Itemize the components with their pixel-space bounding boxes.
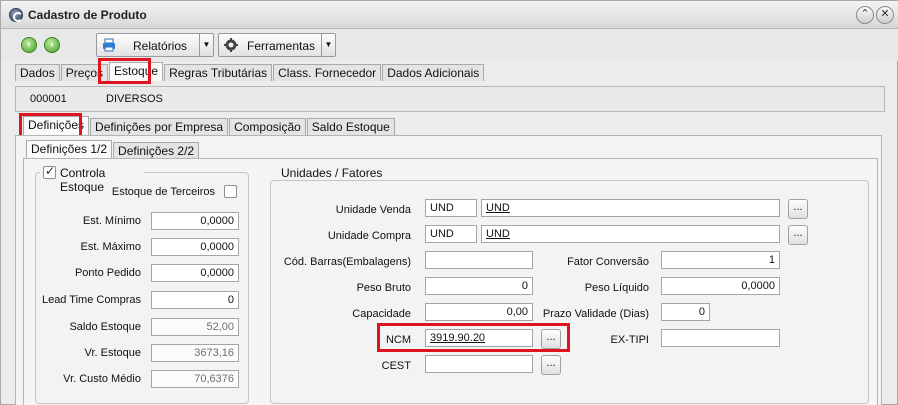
tab-class-fornecedor[interactable]: Class. Fornecedor bbox=[273, 64, 382, 81]
back-arrow-icon[interactable]: ‹ bbox=[21, 37, 37, 53]
lead-time-input[interactable]: 0 bbox=[151, 291, 239, 309]
saldo-estoque-value: 52,00 bbox=[151, 318, 239, 336]
tab-composicao[interactable]: Composição bbox=[229, 118, 306, 135]
stock-field-label: Vr. Custo Médio bbox=[63, 373, 141, 385]
extipi-label: EX-TIPI bbox=[610, 334, 649, 346]
product-window: Cadastro de Produto ⌃ ✕ ‹ › Relatórios ▼ bbox=[0, 0, 898, 405]
purchase-unit-code-input[interactable]: UND bbox=[425, 225, 477, 243]
cest-lookup-button[interactable]: ... bbox=[541, 355, 561, 375]
est-minimo-input[interactable]: 0,0000 bbox=[151, 212, 239, 230]
purchase-unit-desc-input[interactable]: UND bbox=[481, 225, 780, 243]
app-logo-icon bbox=[9, 8, 23, 22]
forward-arrow-icon[interactable]: › bbox=[44, 37, 60, 53]
stock-field-label: Est. Máximo bbox=[80, 241, 141, 253]
net-weight-input[interactable]: 0,0000 bbox=[661, 277, 780, 295]
units-group-title: Unidades / Fatores bbox=[278, 166, 386, 180]
cest-label: CEST bbox=[381, 360, 411, 372]
tab-dados-adicionais[interactable]: Dados Adicionais bbox=[382, 64, 485, 81]
stock-field-label: Saldo Estoque bbox=[69, 321, 141, 333]
tab-regras-tributarias[interactable]: Regras Tributárias bbox=[164, 64, 273, 81]
inner-tabs: Definições 1/2 Definições 2/2 bbox=[26, 140, 200, 159]
tab-definicoes-1-2[interactable]: Definições 1/2 bbox=[26, 140, 113, 159]
tools-label: Ferramentas bbox=[247, 39, 316, 53]
controla-estoque-checkbox[interactable] bbox=[43, 164, 56, 179]
conversion-label: Fator Conversão bbox=[567, 256, 649, 268]
highlight-estoque-tab bbox=[98, 58, 151, 84]
vr-custo-medio-value: 70,6376 bbox=[151, 370, 239, 388]
extipi-input[interactable] bbox=[661, 329, 780, 347]
stock-group-title: Controla Estoque bbox=[40, 164, 144, 194]
validity-label: Prazo Validade (Dias) bbox=[542, 308, 649, 320]
gear-icon bbox=[224, 38, 238, 52]
vr-estoque-value: 3673,16 bbox=[151, 344, 239, 362]
reports-label: Relatórios bbox=[133, 39, 188, 53]
stock-field-label: Est. Mínimo bbox=[82, 215, 141, 227]
title-bar: Cadastro de Produto ⌃ ✕ bbox=[1, 1, 898, 29]
highlight-ncm bbox=[377, 323, 570, 352]
sale-unit-code-input[interactable]: UND bbox=[425, 199, 477, 217]
sale-unit-desc-input[interactable]: UND bbox=[481, 199, 780, 217]
conversion-input[interactable]: 1 bbox=[661, 251, 780, 269]
tab-saldo-estoque[interactable]: Saldo Estoque bbox=[306, 118, 395, 135]
main-tabs: Dados Preços Estoque Regras Tributárias … bbox=[15, 62, 485, 81]
net-weight-label: Peso Líquido bbox=[584, 282, 649, 294]
tab-definicoes-2-2[interactable]: Definições 2/2 bbox=[113, 142, 200, 159]
third-party-stock-checkbox[interactable] bbox=[224, 185, 237, 198]
barcode-input[interactable] bbox=[425, 251, 533, 269]
est-maximo-input[interactable]: 0,0000 bbox=[151, 238, 239, 256]
product-name: DIVERSOS bbox=[106, 93, 163, 105]
toolbar: ‹ › Relatórios ▼ Ferramentas ▼ bbox=[1, 29, 898, 61]
tab-definicoes-por-empresa[interactable]: Definições por Empresa bbox=[90, 118, 229, 135]
capacity-input[interactable]: 0,00 bbox=[425, 303, 533, 321]
gross-weight-label: Peso Bruto bbox=[356, 282, 411, 294]
sale-unit-lookup-button[interactable]: ... bbox=[788, 199, 808, 219]
window-title: Cadastro de Produto bbox=[28, 8, 147, 22]
stock-field-label: Lead Time Compras bbox=[41, 294, 141, 306]
sale-unit-label: Unidade Venda bbox=[335, 204, 411, 216]
cest-input[interactable] bbox=[425, 355, 533, 373]
close-icon[interactable]: ✕ bbox=[876, 6, 894, 24]
third-party-stock-label: Estoque de Terceiros bbox=[111, 186, 215, 198]
capacity-label: Capacidade bbox=[352, 308, 411, 320]
stock-field-label: Vr. Estoque bbox=[84, 347, 141, 359]
chevron-down-icon[interactable]: ▼ bbox=[199, 34, 213, 56]
tab-dados[interactable]: Dados bbox=[15, 64, 60, 81]
purchase-unit-lookup-button[interactable]: ... bbox=[788, 225, 808, 245]
stock-field-label: Ponto Pedido bbox=[74, 267, 141, 279]
barcode-label: Cód. Barras(Embalagens) bbox=[283, 256, 411, 268]
chevron-down-icon[interactable]: ▼ bbox=[321, 34, 335, 56]
printer-icon bbox=[103, 38, 115, 52]
purchase-unit-label: Unidade Compra bbox=[327, 230, 411, 242]
gross-weight-input[interactable]: 0 bbox=[425, 277, 533, 295]
ponto-pedido-input[interactable]: 0,0000 bbox=[151, 264, 239, 282]
product-header: 000001 DIVERSOS bbox=[15, 86, 885, 112]
minimize-chevron-icon[interactable]: ⌃ bbox=[856, 6, 874, 24]
product-code: 000001 bbox=[30, 93, 67, 105]
validity-input[interactable]: 0 bbox=[661, 303, 710, 321]
tools-dropdown[interactable]: Ferramentas ▼ bbox=[218, 33, 336, 57]
reports-dropdown[interactable]: Relatórios ▼ bbox=[96, 33, 214, 57]
